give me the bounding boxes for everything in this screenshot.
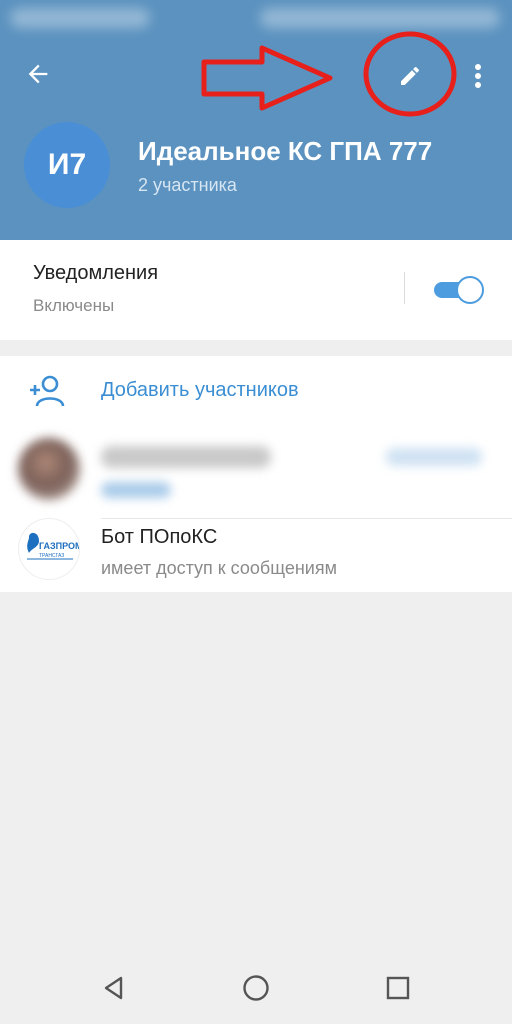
bot-status: имеет доступ к сообщениям: [101, 558, 337, 578]
member-avatar: [18, 438, 80, 500]
bot-name: Бот ПОпоКС: [101, 526, 218, 548]
bot-logo-text-bottom: ТРАНСГАЗ: [39, 553, 64, 559]
arrow-left-icon: [28, 64, 48, 84]
notifications-label: Уведомления: [33, 262, 159, 284]
nav-home-button[interactable]: [236, 968, 276, 1008]
add-members-label: Добавить участников: [101, 379, 299, 401]
member-role: [386, 448, 482, 466]
status-bar-blurred-left: [10, 8, 150, 28]
member-row-blurred[interactable]: [0, 426, 512, 510]
toggle-knob: [456, 276, 484, 304]
edit-button[interactable]: [388, 54, 432, 98]
status-bar-blurred-right: [260, 8, 500, 28]
vertical-divider: [404, 272, 405, 304]
person-add-icon: [30, 375, 65, 407]
add-members-button[interactable]: Добавить участников: [0, 356, 512, 426]
notifications-status: Включены: [33, 296, 115, 315]
square-recents-icon: [386, 976, 410, 1000]
row-divider: [101, 518, 512, 519]
notifications-row[interactable]: Уведомления Включены: [0, 240, 512, 340]
triangle-back-icon: [104, 976, 123, 1000]
group-avatar[interactable]: И7: [24, 122, 110, 208]
bot-logo-text-top: ГАЗПРОМ: [39, 541, 80, 551]
pencil-icon: [401, 66, 419, 85]
chat-header: И7 Идеальное КС ГПА 777 2 участника: [0, 0, 512, 240]
more-vertical-icon: [475, 64, 481, 88]
back-button[interactable]: [18, 54, 58, 94]
notifications-toggle[interactable]: [432, 276, 484, 304]
more-options-button[interactable]: [462, 54, 494, 98]
group-title: Идеальное КС ГПА 777: [138, 136, 433, 166]
gazprom-logo: ГАЗПРОМ ТРАНСГАЗ: [27, 532, 80, 560]
bot-avatar: ГАЗПРОМ ТРАНСГАЗ: [18, 518, 80, 580]
nav-recents-button[interactable]: [378, 968, 418, 1008]
member-name: [101, 446, 271, 468]
group-member-count: 2 участника: [138, 175, 237, 195]
status-bar: [0, 0, 512, 36]
nav-back-button[interactable]: [94, 968, 134, 1008]
member-status: [101, 482, 171, 498]
members-section: Добавить участников ГАЗПРОМ ТРАНСГАЗ Бот…: [0, 356, 512, 592]
system-nav-bar: [0, 948, 512, 1024]
circle-home-icon: [243, 975, 269, 1001]
